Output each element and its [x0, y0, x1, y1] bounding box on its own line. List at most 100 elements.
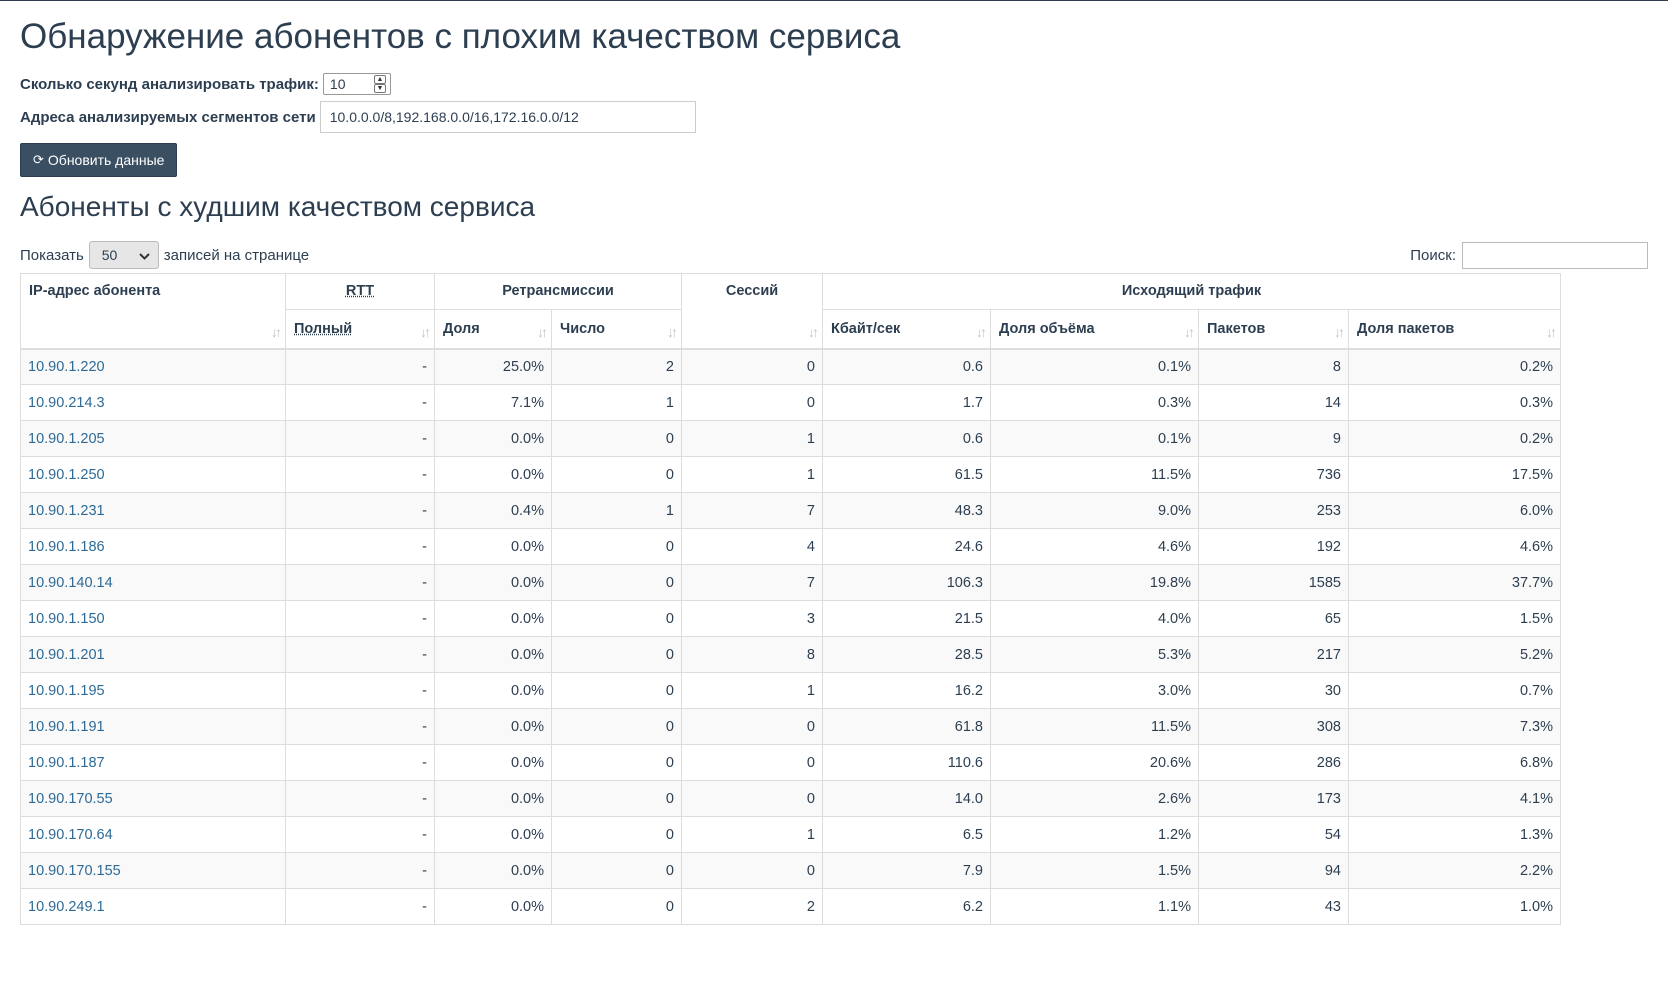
retrans-share-cell: 0.0% [434, 456, 552, 493]
packets-share-cell: 17.5% [1348, 456, 1561, 493]
ip-cell[interactable]: 10.90.1.231 [20, 492, 286, 529]
retrans-count-cell: 0 [551, 816, 682, 853]
sessions-cell: 2 [681, 888, 823, 925]
search-input[interactable] [1462, 241, 1648, 269]
spin-down-icon[interactable]: ▼ [373, 84, 386, 93]
sessions-cell: 0 [681, 384, 823, 421]
table-row: 10.90.249.1-0.0% 0 2 6.2 1.1% 43 1.0% [20, 888, 1561, 925]
packets-cell: 14 [1198, 384, 1349, 421]
table-controls: Показать 50 записей на странице Поиск: [20, 241, 1648, 269]
volume-share-cell: 11.5% [990, 708, 1199, 745]
ip-cell[interactable]: 10.90.1.187 [20, 744, 286, 781]
header-outgoing-traffic: Исходящий трафик [822, 273, 1561, 310]
retrans-share-cell: 0.0% [434, 888, 552, 925]
rtt-cell: - [285, 420, 435, 457]
kbps-cell: 21.5 [822, 600, 991, 637]
show-label: Показать [20, 246, 84, 264]
sessions-cell: 7 [681, 564, 823, 601]
ip-cell[interactable]: 10.90.1.220 [20, 348, 286, 385]
ip-cell[interactable]: 10.90.170.64 [20, 816, 286, 853]
packets-cell: 217 [1198, 636, 1349, 673]
kbps-cell: 0.6 [822, 420, 991, 457]
ip-cell[interactable]: 10.90.170.55 [20, 780, 286, 817]
segments-row: Адреса анализируемых сегментов сети 10.0… [20, 101, 1648, 133]
retrans-share-cell: 0.0% [434, 708, 552, 745]
volume-share-cell: 0.1% [990, 348, 1199, 385]
packets-cell: 173 [1198, 780, 1349, 817]
retrans-count-cell: 0 [551, 456, 682, 493]
retrans-share-cell: 0.4% [434, 492, 552, 529]
header-packets-share[interactable]: Доля пакетов ↓↑ [1348, 309, 1561, 350]
retrans-count-cell: 0 [551, 420, 682, 457]
table-row: 10.90.170.155-0.0% 0 0 7.9 1.5% 94 2.2% [20, 852, 1561, 889]
search-control: Поиск: [1410, 241, 1648, 269]
page-length-select[interactable]: 50 [88, 241, 159, 269]
rtt-cell: - [285, 348, 435, 385]
kbps-cell: 48.3 [822, 492, 991, 529]
packets-share-cell: 1.5% [1348, 600, 1561, 637]
packets-share-cell: 2.2% [1348, 852, 1561, 889]
segments-label: Адреса анализируемых сегментов сети [20, 108, 316, 126]
table-row: 10.90.1.191-0.0% 0 0 61.8 11.5% 308 7.3% [20, 708, 1561, 745]
retrans-count-cell: 1 [551, 492, 682, 529]
volume-share-cell: 0.1% [990, 420, 1199, 457]
rtt-cell: - [285, 636, 435, 673]
ip-cell[interactable]: 10.90.1.186 [20, 528, 286, 565]
retrans-share-cell: 0.0% [434, 744, 552, 781]
retrans-share-cell: 0.0% [434, 600, 552, 637]
table-row: 10.90.1.195-0.0% 0 1 16.2 3.0% 30 0.7% [20, 672, 1561, 709]
kbps-cell: 0.6 [822, 348, 991, 385]
volume-share-cell: 1.1% [990, 888, 1199, 925]
kbps-cell: 7.9 [822, 852, 991, 889]
kbps-cell: 6.2 [822, 888, 991, 925]
header-ip[interactable]: IP-адрес абонента ↓↑ [20, 273, 286, 350]
kbps-cell: 14.0 [822, 780, 991, 817]
table-row: 10.90.1.150-0.0% 0 3 21.5 4.0% 65 1.5% [20, 600, 1561, 637]
ip-cell[interactable]: 10.90.1.150 [20, 600, 286, 637]
header-kbps[interactable]: Кбайт/сек ↓↑ [822, 309, 991, 350]
rtt-cell: - [285, 816, 435, 853]
retrans-count-cell: 0 [551, 672, 682, 709]
ip-cell[interactable]: 10.90.214.3 [20, 384, 286, 421]
packets-share-cell: 0.7% [1348, 672, 1561, 709]
header-packets[interactable]: Пакетов ↓↑ [1198, 309, 1349, 350]
header-retrans-count[interactable]: Число ↓↑ [551, 309, 682, 350]
segments-input[interactable]: 10.0.0.0/8,192.168.0.0/16,172.16.0.0/12 [319, 101, 696, 133]
retrans-count-cell: 0 [551, 852, 682, 889]
volume-share-cell: 4.6% [990, 528, 1199, 565]
spin-up-icon[interactable]: ▲ [373, 75, 386, 84]
refresh-button-label: Обновить данные [47, 152, 165, 168]
sessions-cell: 4 [681, 528, 823, 565]
refresh-button[interactable]: ⟳ Обновить данные [20, 143, 178, 177]
top-border [0, 0, 1668, 1]
packets-cell: 192 [1198, 528, 1349, 565]
ip-cell[interactable]: 10.90.140.14 [20, 564, 286, 601]
header-sessions[interactable]: Сессий ↓↑ [681, 273, 823, 350]
kbps-cell: 106.3 [822, 564, 991, 601]
ip-cell[interactable]: 10.90.170.155 [20, 852, 286, 889]
ip-cell[interactable]: 10.90.1.195 [20, 672, 286, 709]
ip-cell[interactable]: 10.90.1.201 [20, 636, 286, 673]
table-row: 10.90.1.186-0.0% 0 4 24.6 4.6% 192 4.6% [20, 528, 1561, 565]
ip-cell[interactable]: 10.90.249.1 [20, 888, 286, 925]
ip-cell[interactable]: 10.90.1.205 [20, 420, 286, 457]
sessions-cell: 8 [681, 636, 823, 673]
packets-share-cell: 1.0% [1348, 888, 1561, 925]
sessions-cell: 0 [681, 348, 823, 385]
packets-cell: 9 [1198, 420, 1349, 457]
header-volume-share[interactable]: Доля объёма ↓↑ [990, 309, 1199, 350]
header-retrans-share[interactable]: Доля ↓↑ [434, 309, 552, 350]
sessions-cell: 0 [681, 852, 823, 889]
ip-cell[interactable]: 10.90.1.250 [20, 456, 286, 493]
kbps-cell: 16.2 [822, 672, 991, 709]
packets-share-cell: 5.2% [1348, 636, 1561, 673]
page-title: Обнаружение абонентов с плохим качеством… [20, 17, 901, 56]
ip-cell[interactable]: 10.90.1.191 [20, 708, 286, 745]
header-rtt-full[interactable]: Полный ↓↑ [285, 309, 435, 350]
seconds-input[interactable]: 10 ▲ ▼ [322, 73, 391, 95]
seconds-spinner[interactable]: ▲ ▼ [373, 75, 386, 93]
section-title: Абоненты с худшим качеством сервиса [20, 191, 536, 222]
table-row: 10.90.1.231-0.4% 1 7 48.3 9.0% 253 6.0% [20, 492, 1561, 529]
packets-cell: 30 [1198, 672, 1349, 709]
records-label: записей на странице [163, 246, 310, 264]
